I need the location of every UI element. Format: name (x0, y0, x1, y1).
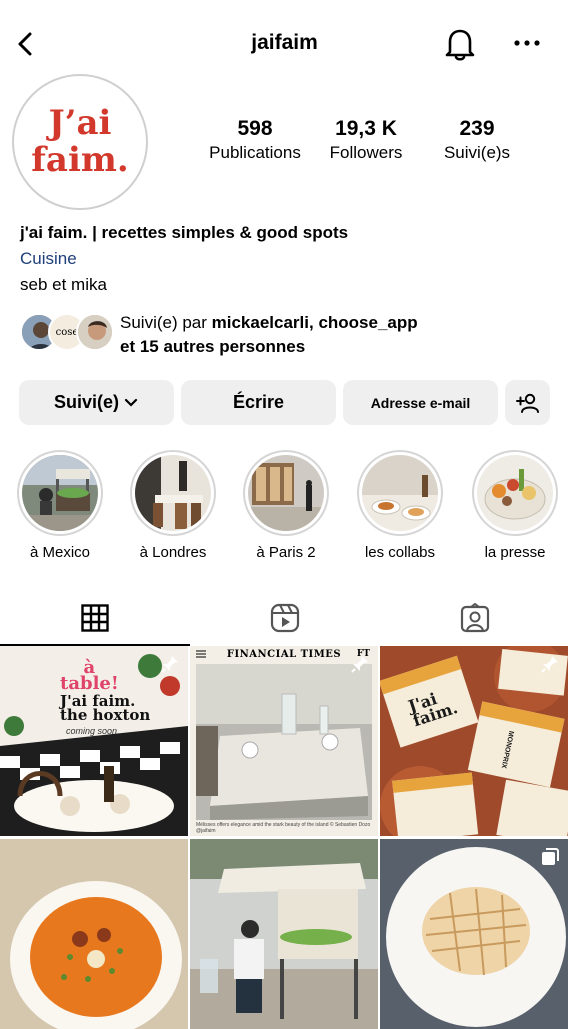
highlight-paris[interactable]: à Paris 2 (241, 450, 331, 561)
highlight-mexico-label: à Mexico (29, 544, 91, 561)
avatar-logo-line2: faim. (31, 140, 129, 180)
avatar-logo-line1: J’ai (48, 103, 112, 143)
followed-others[interactable]: et 15 autres personnes (120, 337, 305, 356)
highlight-collabs-label: les collabs (364, 544, 436, 561)
stat-followers[interactable]: 19,3 K Followers (306, 116, 426, 164)
highlight-presse[interactable]: la presse (470, 450, 560, 561)
following-button[interactable]: Suivi(e) (19, 380, 174, 425)
tab-grid[interactable] (0, 590, 190, 646)
highlight-londres-label: à Londres (139, 544, 207, 561)
add-person-icon (515, 393, 539, 413)
stat-following-count: 239 (459, 117, 495, 140)
profile-avatar[interactable]: J’ai faim. (12, 74, 148, 210)
post-tile-2[interactable]: FINANCIAL TIMES FT Mélisses offers elega… (190, 646, 378, 836)
suggest-users-button[interactable] (505, 380, 550, 425)
post-tile-5[interactable] (190, 839, 378, 1029)
tab-reels[interactable] (190, 590, 380, 646)
stat-posts-count: 598 (237, 117, 273, 140)
message-label: Écrire (232, 392, 285, 412)
pin-icon (161, 656, 178, 673)
post1-text-hoxton: the hoxton (60, 706, 151, 724)
followed-by[interactable]: cose Suivi(e) par mickaelcarli, choose_a… (20, 311, 560, 357)
stat-followers-count: 19,3 K (335, 117, 397, 140)
grid-icon (81, 604, 109, 632)
following-label: Suivi(e) (53, 392, 119, 412)
chevron-down-icon (124, 398, 138, 407)
pin-icon (541, 656, 558, 673)
more-horizontal-icon[interactable] (512, 32, 542, 54)
profile-bio: j'ai faim. | recettes simples & good spo… (20, 220, 348, 298)
stat-followers-label: Followers (329, 143, 403, 162)
follower-avatar-3 (76, 313, 114, 351)
highlight-collabs-image (362, 455, 438, 531)
profile-tabs (0, 590, 569, 646)
bio-text: seb et mika (20, 275, 107, 294)
tab-tagged[interactable] (380, 590, 569, 646)
highlight-londres[interactable]: à Londres (128, 450, 218, 561)
highlight-collabs[interactable]: les collabs (355, 450, 445, 561)
highlight-paris-label: à Paris 2 (256, 544, 316, 561)
post-tile-3[interactable]: J'ai faim. MONOPRIX (380, 646, 568, 836)
stat-posts[interactable]: 598 Publications (195, 116, 315, 164)
post-tile-1[interactable]: à table! J'ai faim. the hoxton coming so… (0, 646, 188, 836)
bio-name: j'ai faim. | recettes simples & good spo… (20, 223, 349, 242)
highlight-mexico[interactable]: à Mexico (15, 450, 105, 561)
bio-category[interactable]: Cuisine (20, 246, 348, 272)
carousel-icon (542, 848, 559, 865)
stat-posts-label: Publications (209, 143, 301, 162)
reels-icon (270, 603, 300, 633)
post2-caption: Mélisses offers elegance amid the stark … (196, 822, 371, 834)
highlight-presse-label: la presse (484, 544, 546, 561)
tagged-icon (460, 603, 490, 633)
followed-by-text: Suivi(e) par mickaelcarli, choose_app et… (120, 311, 418, 359)
stat-following-label: Suivi(e)s (443, 143, 511, 162)
followed-prefix: Suivi(e) par (120, 313, 212, 332)
highlight-londres-image (135, 455, 211, 531)
highlight-presse-image (477, 455, 553, 531)
post1-text-table: table! (60, 673, 119, 694)
post-tile-6[interactable] (380, 839, 568, 1029)
profile-username: jaifaim (251, 31, 318, 54)
highlight-mexico-image (22, 455, 98, 531)
post1-text-soon: coming soon (66, 726, 118, 736)
pin-icon (351, 656, 368, 673)
bell-icon[interactable] (443, 26, 477, 62)
highlight-paris-image (248, 455, 324, 531)
post-tile-4[interactable] (0, 839, 188, 1029)
followed-names[interactable]: mickaelcarli, choose_app (212, 313, 418, 332)
stat-following[interactable]: 239 Suivi(e)s (417, 116, 537, 164)
email-label: Adresse e-mail (370, 394, 471, 411)
email-button[interactable]: Adresse e-mail (343, 380, 498, 425)
message-button[interactable]: Écrire (181, 380, 336, 425)
